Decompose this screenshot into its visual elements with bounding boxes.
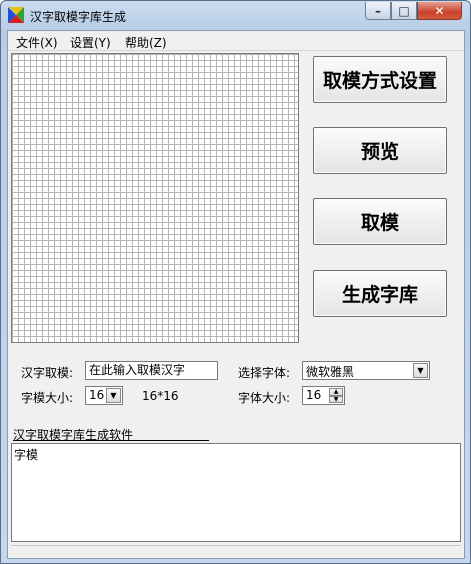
menu-file[interactable]: 文件(X) — [16, 34, 58, 51]
spin-up-icon[interactable]: ▲ — [329, 388, 343, 396]
app-window: 汉字取模字库生成 – □ ✕ 文件(X) 设置(Y) 帮助(Z) 取模方式设置 … — [0, 0, 471, 564]
menu-help[interactable]: 帮助(Z) — [125, 34, 167, 51]
glyph-grid[interactable] — [11, 53, 299, 343]
maximize-icon: □ — [398, 3, 410, 18]
char-input[interactable]: 在此输入取模汉字 — [85, 361, 218, 380]
font-select-value: 微软雅黑 — [306, 365, 355, 379]
menu-bar: 文件(X) 设置(Y) 帮助(Z) — [8, 31, 464, 51]
client-area: 文件(X) 设置(Y) 帮助(Z) 取模方式设置 预览 取模 生成字库 汉字取模… — [7, 30, 465, 559]
app-icon — [8, 7, 24, 23]
close-icon: ✕ — [434, 3, 445, 18]
font-select-label: 选择字体: — [238, 366, 291, 380]
spin-down-icon[interactable]: ▼ — [329, 395, 343, 403]
menu-settings[interactable]: 设置(Y) — [70, 34, 111, 51]
font-size-label: 字体大小: — [238, 391, 291, 405]
mold-size-select[interactable]: 16 ▼ — [85, 386, 123, 405]
output-textarea[interactable]: 字模 — [11, 443, 461, 542]
mold-size-value: 16 — [89, 388, 105, 402]
font-select[interactable]: 微软雅黑 ▼ — [302, 361, 430, 380]
close-button[interactable]: ✕ — [417, 2, 462, 20]
window-title: 汉字取模字库生成 — [30, 10, 127, 24]
font-size-value: 16 — [306, 388, 322, 402]
mold-size-display: 16*16 — [142, 389, 179, 403]
minimize-icon: – — [375, 3, 381, 18]
mold-size-label: 字模大小: — [21, 391, 74, 405]
chevron-down-icon[interactable]: ▼ — [106, 388, 121, 403]
chevron-down-icon[interactable]: ▼ — [413, 363, 428, 378]
caption-underline — [13, 440, 209, 441]
char-input-label: 汉字取模: — [21, 366, 74, 380]
minimize-button[interactable]: – — [365, 2, 391, 20]
title-bar[interactable]: 汉字取模字库生成 – □ ✕ — [1, 1, 470, 29]
mold-settings-button[interactable]: 取模方式设置 — [313, 56, 447, 103]
preview-button[interactable]: 预览 — [313, 127, 447, 174]
status-bar — [11, 545, 461, 556]
font-size-stepper[interactable]: 16 ▲ ▼ — [302, 386, 345, 405]
generate-library-button[interactable]: 生成字库 — [313, 270, 447, 317]
take-mold-button[interactable]: 取模 — [313, 198, 447, 245]
maximize-button[interactable]: □ — [391, 2, 417, 20]
